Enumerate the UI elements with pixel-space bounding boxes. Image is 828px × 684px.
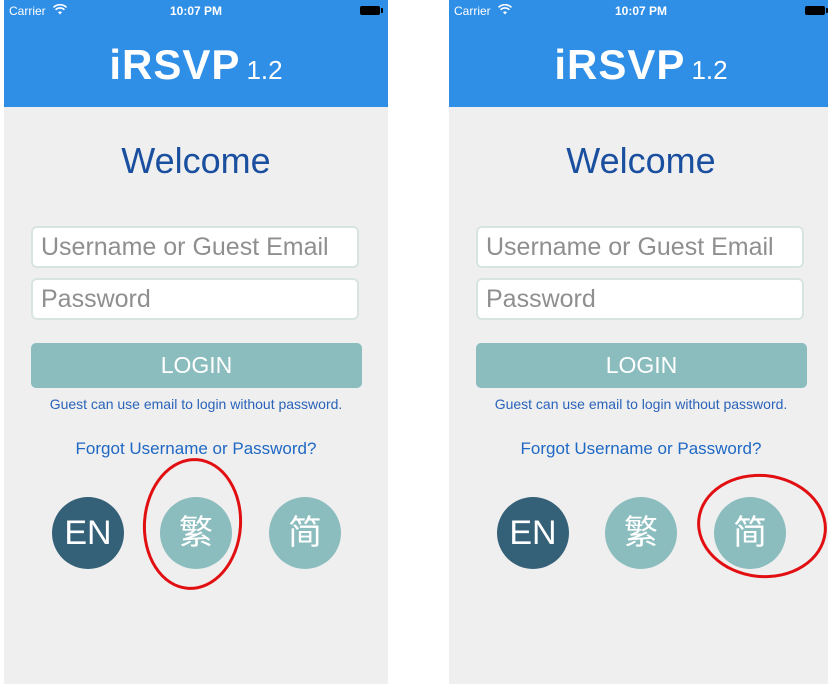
app-title: iRSVP 1.2 — [449, 41, 828, 89]
battery-tip-icon — [381, 8, 383, 13]
app-header: Carrier 10:07 PM iRSVP 1.2 — [4, 0, 388, 107]
language-button-traditional[interactable]: 繁 — [605, 497, 677, 569]
login-button[interactable]: LOGIN — [31, 343, 362, 388]
username-input[interactable] — [31, 226, 359, 268]
status-bar: Carrier 10:07 PM — [449, 0, 828, 22]
forgot-credentials-link[interactable]: Forgot Username or Password? — [4, 439, 388, 459]
welcome-heading: Welcome — [566, 140, 716, 181]
guest-hint-text: Guest can use email to login without pas… — [49, 396, 343, 412]
password-input[interactable] — [476, 278, 804, 320]
app-version: 1.2 — [246, 55, 283, 85]
phone-screen-right: Carrier 10:07 PM iRSVP1.2 Welcome LOGIN … — [449, 0, 828, 684]
language-button-simplified[interactable]: 简 — [269, 497, 341, 569]
app-name: iRSVP — [554, 41, 686, 88]
battery-icon — [805, 6, 825, 15]
language-button-en[interactable]: EN — [52, 497, 124, 569]
forgot-credentials-link[interactable]: Forgot Username or Password? — [449, 439, 828, 459]
status-time: 10:07 PM — [614, 4, 668, 18]
app-version: 1.2 — [691, 55, 728, 85]
app-header: Carrier 10:07 PM iRSVP 1.2 — [449, 0, 828, 107]
status-time: 10:07 PM — [169, 4, 223, 18]
login-button[interactable]: LOGIN — [476, 343, 807, 388]
guest-hint-text: Guest can use email to login without pas… — [494, 396, 788, 412]
language-button-en[interactable]: EN — [497, 497, 569, 569]
welcome-heading: Welcome — [121, 140, 271, 181]
username-input[interactable] — [476, 226, 804, 268]
app-title: iRSVP 1.2 — [4, 41, 388, 89]
battery-icon — [360, 6, 380, 15]
app-name: iRSVP — [109, 41, 241, 88]
password-input[interactable] — [31, 278, 359, 320]
status-bar: Carrier 10:07 PM — [4, 0, 388, 22]
